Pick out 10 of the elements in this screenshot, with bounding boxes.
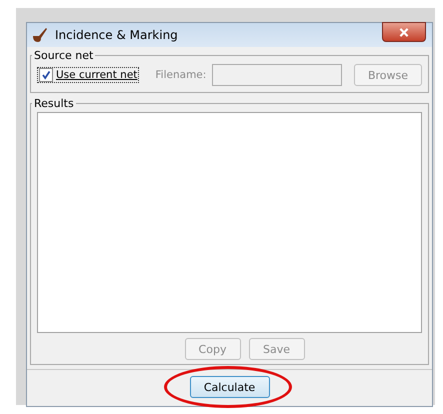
filename-label: Filename:	[155, 69, 206, 81]
use-current-net-checkbox[interactable]: Use current net	[37, 67, 140, 83]
close-button[interactable]	[382, 22, 426, 42]
group-title: Results	[33, 97, 75, 110]
window-title: Incidence & Marking	[55, 28, 179, 42]
checkmark-icon	[41, 70, 51, 80]
calculate-button[interactable]: Calculate	[190, 376, 270, 398]
pipe-icon	[31, 27, 49, 43]
close-icon[interactable]	[399, 28, 409, 36]
group-title: Source net	[33, 49, 94, 62]
